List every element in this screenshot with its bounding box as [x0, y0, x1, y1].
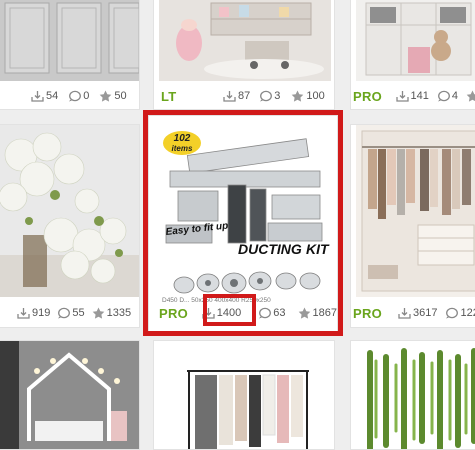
star-icon [298, 307, 310, 319]
wall-panel-image [0, 0, 139, 81]
model-card-r1c2[interactable]: LT 87 3 100 [153, 0, 335, 110]
model-card-r3c1[interactable] [0, 340, 140, 450]
comment-count[interactable]: 4 [437, 90, 458, 102]
rating: 50 [99, 90, 127, 102]
comment-icon [260, 90, 273, 102]
download-icon [395, 91, 409, 102]
download-icon [223, 91, 236, 102]
download-icon [202, 308, 215, 319]
card-stats: PRO 141 4 [351, 86, 475, 106]
model-thumbnail[interactable] [356, 341, 475, 449]
model-card-r2c3[interactable]: PRO 3617 122 [350, 124, 475, 328]
rating [466, 90, 475, 102]
model-card-r1c1[interactable]: 54 0 50 [0, 0, 140, 110]
card-stats: 54 0 50 [0, 86, 139, 106]
kit-title-text: KIT [306, 241, 330, 257]
comment-icon [446, 307, 459, 319]
model-thumbnail[interactable] [0, 125, 139, 297]
wardrobe-image [356, 125, 475, 297]
ducting-title-text: DUCTING [238, 241, 302, 257]
item-count-text: 102 [174, 133, 191, 144]
rating: 1867 [298, 307, 337, 319]
model-card-r3c3[interactable] [350, 340, 475, 450]
pro-badge: PRO [353, 88, 383, 104]
card-stats: LT 87 3 100 [154, 86, 334, 106]
star-icon [92, 307, 104, 319]
model-thumbnail[interactable] [356, 125, 475, 297]
rating: 100 [291, 90, 325, 102]
model-card-r1c3[interactable]: PRO 141 4 [350, 0, 475, 110]
kids-room-image [159, 0, 331, 81]
download-count: 919 [17, 307, 50, 319]
download-count: 54 [31, 90, 58, 102]
model-card-r2c1[interactable]: 919 55 1335 [0, 124, 140, 328]
card-stats: PRO 1400 63 1867 [149, 303, 337, 323]
comment-icon [437, 90, 450, 102]
model-thumbnail[interactable]: 102 items Easy to fit up DUCTING KIT D45… [158, 125, 330, 305]
download-count: 1400 [202, 307, 241, 319]
card-stats: PRO 3617 122 [351, 303, 475, 323]
clothing-rack-image [159, 341, 331, 449]
rating: 1335 [92, 307, 131, 319]
model-thumbnail[interactable] [159, 341, 331, 449]
download-count: 3617 [398, 307, 437, 319]
download-count: 87 [223, 90, 250, 102]
comment-icon [58, 307, 71, 319]
model-card-r2c2[interactable]: 102 items Easy to fit up DUCTING KIT D45… [148, 115, 338, 333]
house-bed-image [0, 341, 139, 449]
pro-badge: PRO [159, 305, 189, 321]
comment-icon [259, 307, 272, 319]
model-thumbnail[interactable] [159, 0, 331, 81]
pro-badge: PRO [353, 305, 383, 321]
hydrangea-bouquet-image [0, 125, 139, 297]
star-icon [100, 90, 112, 102]
comment-count[interactable]: 63 [258, 307, 286, 319]
download-icon [17, 308, 30, 319]
star-icon [466, 90, 475, 102]
comment-icon [69, 90, 82, 102]
shelf-toys-image [356, 0, 475, 81]
download-icon [31, 91, 44, 102]
model-thumbnail[interactable] [0, 0, 139, 81]
comment-count[interactable]: 55 [57, 307, 85, 319]
lt-badge: LT [161, 88, 177, 104]
comment-count[interactable]: 3 [259, 90, 280, 102]
star-icon [292, 90, 304, 102]
download-icon [398, 308, 411, 319]
comment-count[interactable]: 0 [68, 90, 89, 102]
ducting-kit-image: 102 items Easy to fit up DUCTING KIT D45… [158, 125, 330, 305]
comment-count[interactable]: 122 [445, 307, 475, 319]
model-card-r3c2[interactable] [153, 340, 335, 450]
hanging-plants-image [356, 341, 475, 449]
item-unit-text: items [172, 144, 193, 153]
model-thumbnail[interactable] [356, 0, 475, 81]
model-thumbnail[interactable] [0, 341, 139, 449]
card-stats: 919 55 1335 [0, 303, 139, 323]
download-count: 141 [395, 90, 429, 102]
